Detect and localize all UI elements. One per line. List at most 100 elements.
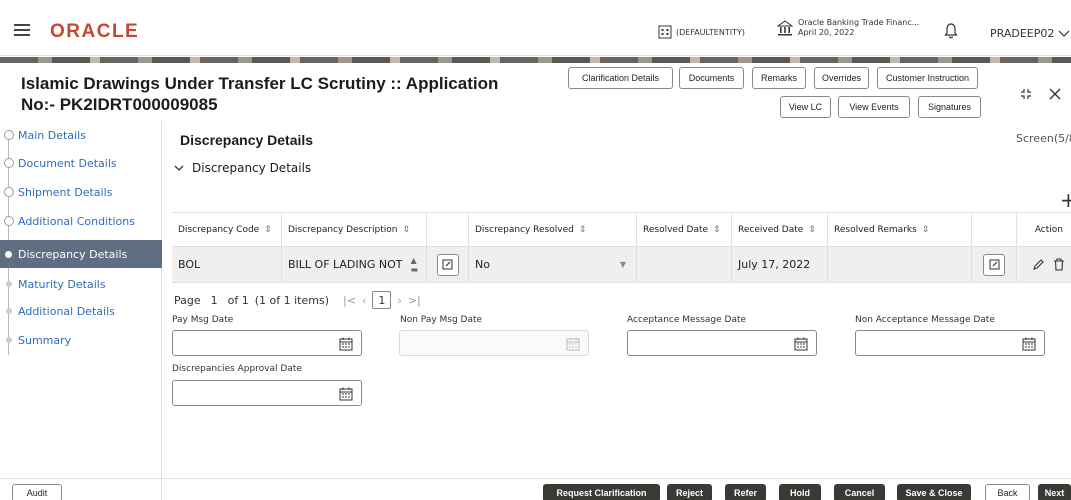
sidebar-item-label: Document Details [18, 156, 117, 170]
sidebar-item-label: Summary [18, 333, 72, 347]
signatures-button[interactable]: Signatures [918, 96, 981, 118]
bank-icon [777, 20, 793, 36]
save-close-button[interactable]: Save & Close [897, 484, 971, 500]
view-events-button[interactable]: View Events [838, 96, 910, 118]
current-page-button[interactable]: 1 [372, 291, 392, 309]
calendar-icon[interactable] [794, 337, 808, 351]
chevron-down-icon [174, 165, 184, 171]
user-menu[interactable]: PRADEEP02 [990, 27, 1070, 40]
edit-icon[interactable] [983, 253, 1005, 276]
sidebar-item-summary[interactable]: Summary [0, 326, 162, 354]
non-acceptance-message-date-field[interactable] [855, 330, 1045, 356]
refer-button[interactable]: Refer [725, 484, 766, 500]
remarks-button[interactable]: Remarks [752, 67, 806, 89]
step-dot-icon [6, 281, 12, 287]
acceptance-message-date-field[interactable] [627, 330, 817, 356]
calendar-icon[interactable] [1022, 337, 1036, 351]
column-header[interactable]: Received Date ⇕ [732, 213, 828, 246]
column-label: Resolved Date [643, 224, 709, 235]
collapse-icon[interactable] [1020, 88, 1032, 104]
title-line-1: Islamic Drawings Under Transfer LC Scrut… [21, 74, 499, 93]
oracle-logo: ORACLE [50, 21, 140, 42]
sort-icon: ⇕ [264, 224, 272, 235]
overrides-button[interactable]: Overrides [814, 67, 869, 89]
sidebar-item-label: Shipment Details [18, 185, 113, 199]
sidebar-item-discrepancy-details[interactable]: Discrepancy Details [0, 240, 162, 268]
sidebar-item-label: Main Details [18, 128, 86, 142]
column-header: Action [1017, 213, 1071, 246]
sidebar-item-shipment-details[interactable]: Shipment Details [0, 178, 162, 206]
table-row[interactable]: BOL BILL OF LADING NOT ▲ ▬ No ▼ July 17, … [172, 247, 1071, 283]
sidebar: Main Details Document Details Shipment D… [0, 121, 162, 500]
reject-button[interactable]: Reject [667, 484, 712, 500]
menu-icon[interactable] [14, 24, 30, 36]
add-row-icon[interactable]: + [1060, 188, 1071, 212]
subsection-title: Discrepancy Details [192, 161, 312, 175]
last-page-icon[interactable]: >| [408, 294, 421, 307]
column-header[interactable]: Discrepancy Code ⇕ [172, 213, 282, 246]
items-count: (1 of 1 items) [254, 293, 330, 307]
first-page-icon[interactable]: |< [343, 294, 356, 307]
sort-icon: ⇕ [808, 224, 816, 235]
request-clarification-button[interactable]: Request Clarification [543, 484, 660, 500]
pagination: Page 1 of 1 (1 of 1 items) |< ‹ 1 › >| [174, 291, 421, 309]
column-header [972, 213, 1017, 246]
sidebar-item-document-details[interactable]: Document Details [0, 149, 162, 177]
trash-icon[interactable] [1053, 258, 1065, 271]
documents-button[interactable]: Documents [679, 67, 744, 89]
screen-indicator: Screen(5/8 [1016, 132, 1071, 145]
sidebar-item-maturity-details[interactable]: Maturity Details [0, 270, 162, 298]
non-acceptance-message-date-label: Non Acceptance Message Date [855, 315, 995, 325]
section-title: Discrepancy Details [180, 132, 314, 148]
pay-msg-date-field[interactable] [172, 330, 362, 356]
resolved-select[interactable]: No ▼ [469, 247, 637, 282]
non-pay-msg-date-label: Non Pay Msg Date [400, 315, 483, 325]
customer-instruction-button[interactable]: Customer Instruction [877, 67, 978, 89]
view-lc-button[interactable]: View LC [780, 96, 831, 118]
clarification-details-button[interactable]: Clarification Details [568, 67, 673, 89]
subsection-header[interactable]: Discrepancy Details [174, 161, 311, 175]
acceptance-message-date-label: Acceptance Message Date [627, 315, 747, 325]
description-cell[interactable]: BILL OF LADING NOT ▲ ▬ [282, 247, 427, 282]
sidebar-item-additional-conditions[interactable]: Additional Conditions [0, 207, 162, 235]
entity-selector[interactable]: (DEFAULTENTITY) [658, 25, 745, 39]
resolved-value: No [475, 258, 490, 271]
bank-date: April 20, 2022 [798, 28, 855, 37]
resolved-date-cell[interactable] [637, 247, 732, 282]
current-step-icon [5, 251, 12, 258]
remarks-cell[interactable] [828, 247, 972, 282]
check-circle-icon [4, 130, 14, 140]
sidebar-item-label: Additional Conditions [18, 214, 135, 228]
next-button[interactable]: Next [1038, 484, 1071, 500]
sidebar-item-main-details[interactable]: Main Details [0, 121, 162, 149]
hold-button[interactable]: Hold [779, 484, 821, 500]
pencil-icon[interactable] [1032, 258, 1045, 271]
back-button[interactable]: Back [985, 484, 1030, 500]
sort-icon: ⇕ [713, 224, 721, 235]
entity-label: (DEFAULTENTITY) [676, 27, 745, 37]
audit-button[interactable]: Audit [12, 484, 62, 500]
close-icon[interactable] [1049, 88, 1061, 104]
column-header[interactable]: Discrepancy Description ⇕ [282, 213, 427, 246]
cancel-button[interactable]: Cancel [834, 484, 885, 500]
check-circle-icon [4, 158, 14, 168]
page-number[interactable]: 1 [207, 294, 222, 307]
bank-selector[interactable]: Oracle Banking Trade Financ... April 20,… [777, 18, 919, 38]
column-header[interactable]: Resolved Remarks ⇕ [828, 213, 972, 246]
prev-page-icon[interactable]: ‹ [362, 294, 366, 307]
sidebar-item-additional-details[interactable]: Additional Details [0, 297, 162, 325]
edit-icon[interactable] [436, 253, 459, 276]
calendar-icon[interactable] [339, 387, 353, 401]
discrepancies-approval-date-field[interactable] [172, 380, 362, 406]
check-circle-icon [4, 216, 14, 226]
calendar-icon[interactable] [339, 337, 353, 351]
column-header[interactable]: Discrepancy Resolved ⇕ [469, 213, 637, 246]
column-header[interactable]: Resolved Date ⇕ [637, 213, 732, 246]
pay-msg-date-label: Pay Msg Date [172, 315, 234, 325]
edit-remarks-cell [972, 247, 1017, 282]
column-label: Action [1034, 224, 1063, 235]
next-page-icon[interactable]: › [397, 294, 401, 307]
column-label: Discrepancy Resolved [475, 224, 574, 235]
bell-icon[interactable] [944, 23, 958, 43]
check-circle-icon [4, 187, 14, 197]
